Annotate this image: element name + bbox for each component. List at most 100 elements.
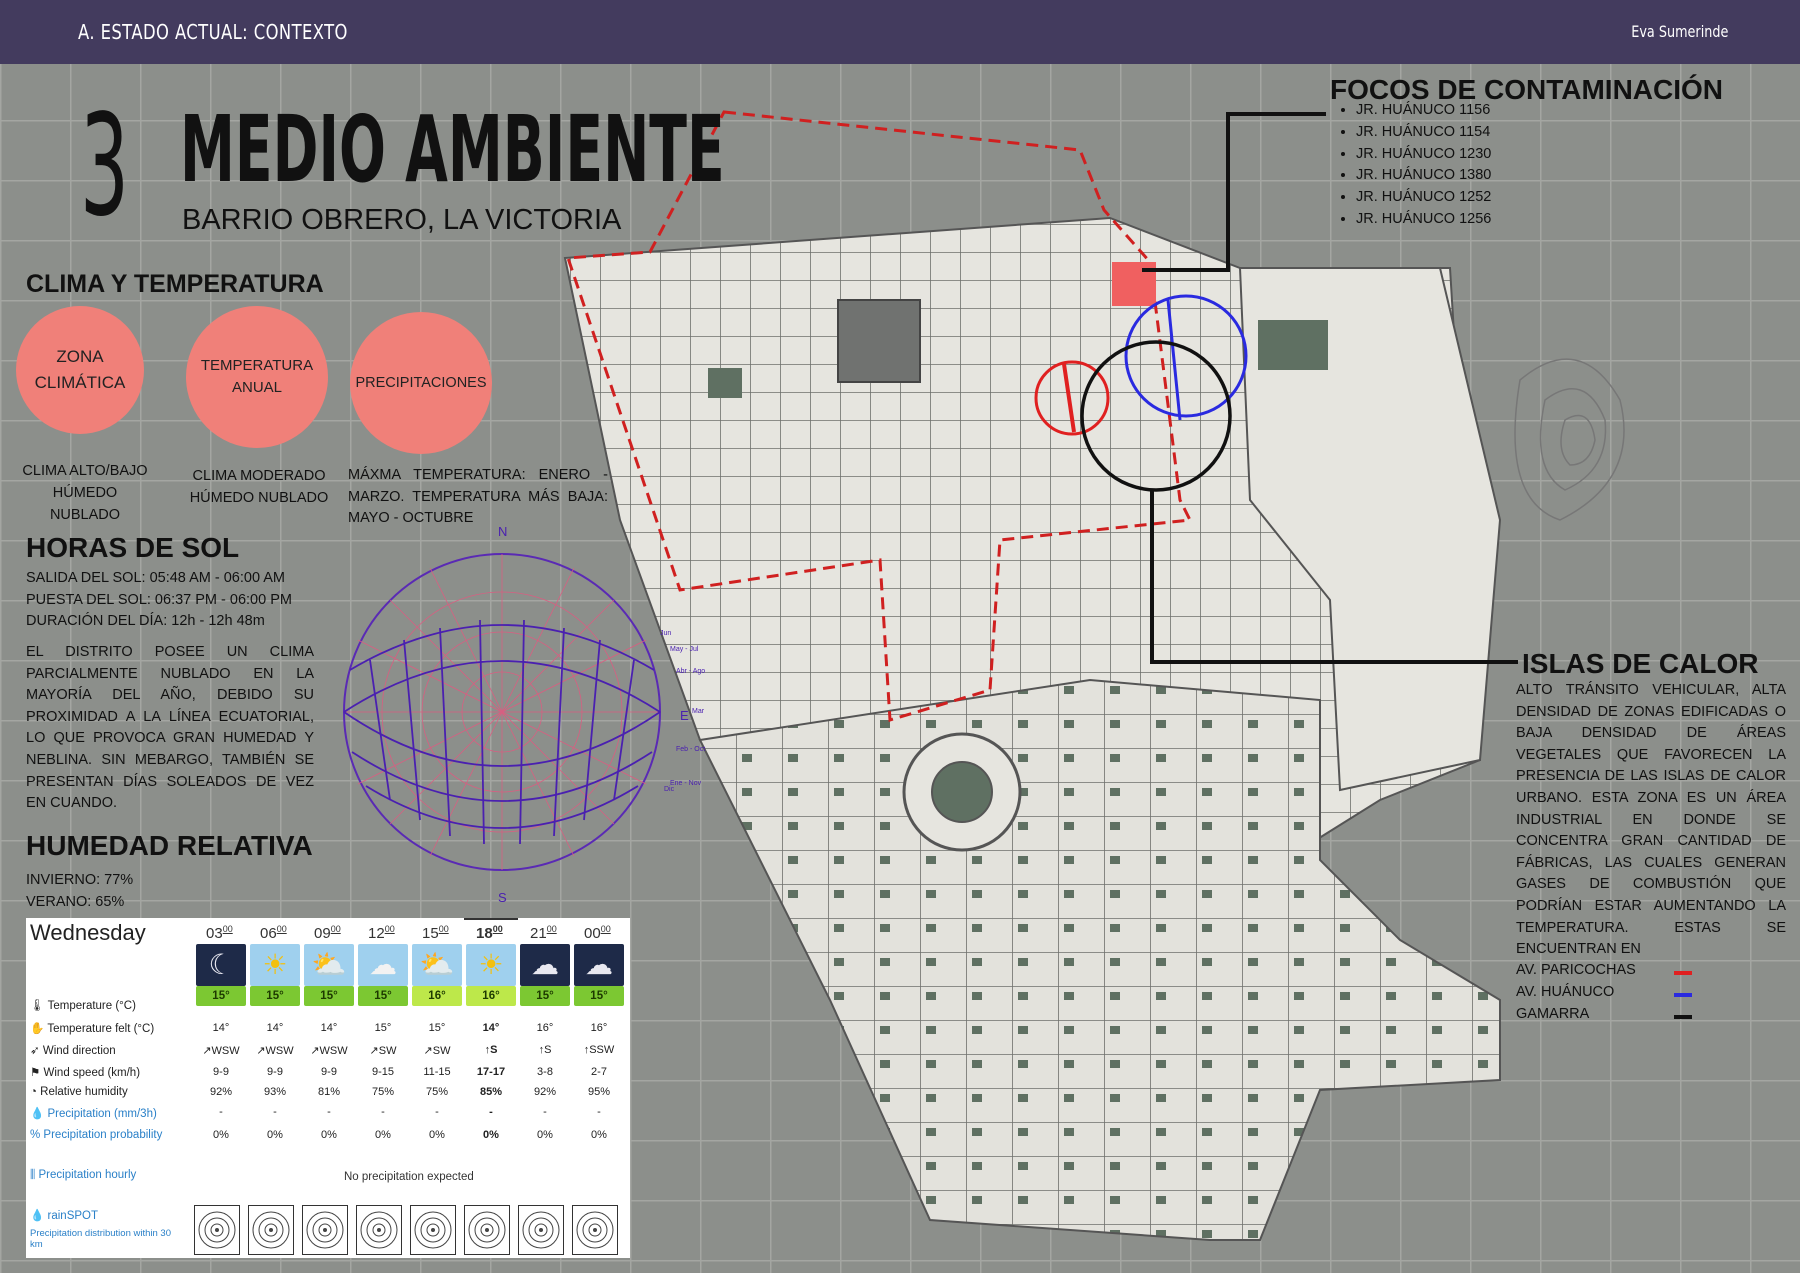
label-text: rainSPOT [47,1210,99,1222]
felt-cell: 16° [536,1022,554,1034]
hour-label: 0000 [584,924,611,942]
humidity-cell: 75% [371,1086,395,1098]
precip-prob-cell: 0% [483,1129,499,1141]
hour-label: 1800 [476,924,503,942]
label-wind-speed: ⚑ Wind speed (km/h) [30,1067,141,1079]
wind-speed-cell: 17-17 [476,1066,506,1078]
current-hour-highlight [464,918,518,920]
sunpath-month-label: Feb - Oct [676,746,706,753]
precip-cell: - [273,1106,277,1118]
temperatura-description: CLIMA MODERADO HÚMEDO NUBLADO [189,468,329,506]
precip-prob-cell: 0% [591,1129,607,1141]
sunpath-month-label: Ene - Nov [670,780,702,787]
precip-cell: - [597,1106,601,1118]
humedad-heading: HUMEDAD RELATIVA [26,830,313,861]
humidity-cell: 92% [209,1086,233,1098]
focos-item: JR. HUÁNUCO 1230 [1356,144,1491,166]
label-text: Precipitation probability [43,1129,163,1141]
circle-temperatura-anual: TEMPERATURA ANUAL [186,306,328,448]
temperature-badge: 15° [358,986,408,1006]
precip-cell: - [219,1106,223,1118]
precip-prob-cell: 0% [213,1129,229,1141]
hour-minutes: 00 [600,924,611,934]
islas-heading: ISLAS DE CALOR [1522,648,1759,679]
label-humidity: ◔ Relative humidity [30,1086,128,1098]
salida-sol: SALIDA DEL SOL: 05:48 AM - 06:00 AM [26,570,285,586]
label-text: Precipitation hourly [38,1169,137,1181]
focos-item: JR. HUÁNUCO 1156 [1356,100,1491,122]
hour-label: 2100 [530,924,557,942]
hour-value: 18 [476,925,493,942]
label-text: Relative humidity [40,1086,128,1098]
wind-speed-cell: 9-9 [213,1066,229,1078]
rainspot-radar [464,1205,510,1255]
sunpath-month-label: Dic [664,786,675,793]
sun-icon: ☀ [466,944,516,986]
sunpath-month-label: Abr - Ago [676,668,706,675]
temperature-badge: 15° [574,986,624,1006]
label-text: Precipitation (mm/3h) [47,1108,157,1120]
label-rainspot: 💧 rainSPOT [30,1210,99,1222]
precip-prob-cell: 0% [537,1129,553,1141]
hour-label: 0600 [260,924,287,942]
sunpath-month-label: Jun [660,630,672,637]
hour-label: 1500 [422,924,449,942]
focos-item: JR. HUÁNUCO 1252 [1356,187,1491,209]
hour-minutes: 00 [438,924,449,934]
hour-value: 03 [206,925,223,942]
hour-value: 12 [368,925,385,942]
precip-cell: - [327,1106,331,1118]
focos-list: JR. HUÁNUCO 1156 JR. HUÁNUCO 1154 JR. HU… [1338,100,1491,231]
wind-dir-cell: ↗SW [369,1045,397,1057]
sunpath-month-label: Mar [692,708,705,715]
night-cloud-icon: ☁ [520,944,570,986]
circle-zona-climatica: ZONA CLIMÁTICA [16,306,144,434]
label-temperature: 🌡 Temperature (°C) [30,1000,136,1012]
weather-forecast-widget: Wednesday 🌡 Temperature (°C) ✋ Temperatu… [26,918,630,1258]
sun-cloud-icon: ⛅ [412,944,462,986]
label-text: Wind speed (km/h) [43,1067,141,1079]
hour-minutes: 00 [330,924,341,934]
wind-speed-cell: 9-9 [267,1066,283,1078]
page-title: MEDIO AMBIENTE [180,96,725,203]
rainspot-subtitle: Precipitation distribution within 30 km [30,1228,171,1250]
humidity-cell: 85% [479,1086,503,1098]
label-precip: 💧 Precipitation (mm/3h) [30,1108,157,1120]
hour-label: 1200 [368,924,395,942]
hour-value: 21 [530,925,547,942]
humidity-cell: 92% [533,1086,557,1098]
circle-precipitaciones: PRECIPITACIONES [350,312,492,454]
rainspot-radar [248,1205,294,1255]
wind-dir-cell: ↗WSW [310,1045,348,1057]
precip-prob-cell: 0% [321,1129,337,1141]
felt-cell: 15° [374,1022,392,1034]
clima-heading: CLIMA Y TEMPERATURA [26,270,324,298]
cloud-icon: ☁ [358,944,408,986]
legend-paricochas: AV. PARICOCHAS [1516,962,1636,978]
precip-cell: - [381,1106,385,1118]
felt-cell: 14° [482,1022,500,1034]
humedad-verano: VERANO: 65% [26,894,125,910]
hour-minutes: 00 [384,924,395,934]
temperature-badge: 16° [466,986,516,1006]
sunpath-south: S [498,890,507,905]
felt-cell: 14° [266,1022,284,1034]
label-text: Wind direction [42,1045,116,1057]
humidity-cell: 95% [587,1086,611,1098]
hour-value: 09 [314,925,331,942]
humidity-cell: 81% [317,1086,341,1098]
horas-sol-heading: HORAS DE SOL [26,532,240,563]
label-precip-hourly: ⫼ Precipitation hourly [30,1169,137,1181]
zona-description: CLIMA ALTO/BAJO HÚMEDO NUBLADO [22,463,148,523]
legend-swatch-red [1674,971,1692,975]
header-bar: A. ESTADO ACTUAL: CONTEXTO Eva Sumerinde [0,0,1800,64]
night-cloud-icon: ☁ [574,944,624,986]
precip-prob-cell: 0% [429,1129,445,1141]
temperature-badge: 16° [412,986,462,1006]
humedad-invierno: INVIERNO: 77% [26,872,134,888]
temperature-badge: 15° [196,986,246,1006]
rainspot-radar [302,1205,348,1255]
circle-label: ZONA CLIMÁTICA [34,347,126,392]
temperature-badge: 15° [304,986,354,1006]
precip-cell: - [489,1106,493,1118]
